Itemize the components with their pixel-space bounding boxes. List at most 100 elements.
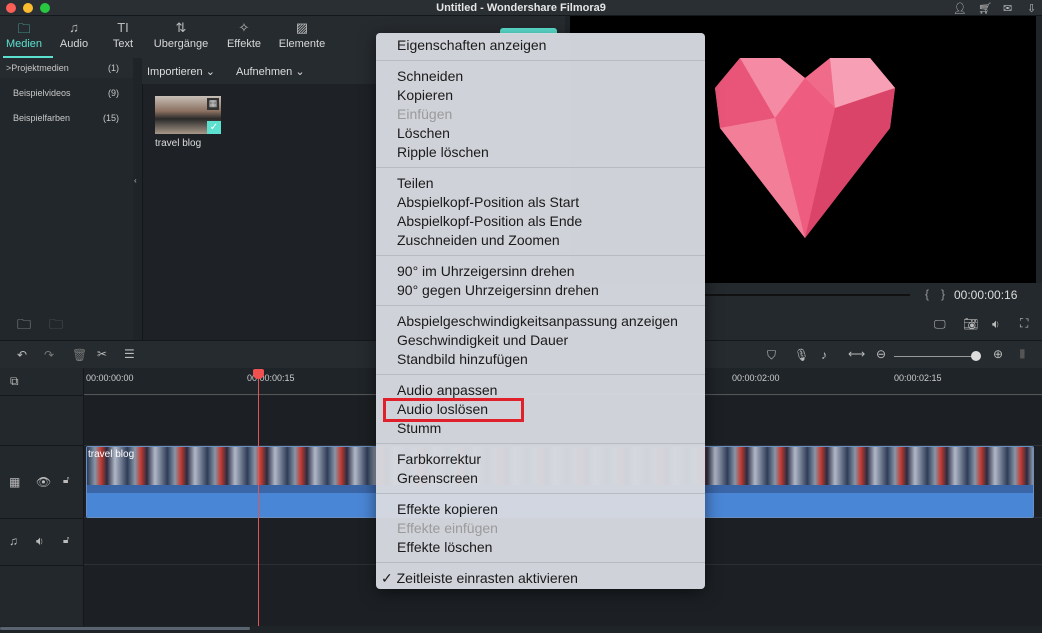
playhead-line[interactable] [258,375,259,626]
image-icon: ▨ [295,20,309,35]
library-item-projektmedien[interactable]: >Projektmedien (1) [0,58,133,78]
library-item-beispielfarben[interactable]: Beispielfarben (15) [0,108,133,128]
mark-in-button[interactable]: { [925,287,929,301]
delete-folder-icon[interactable]: 🗀 [49,314,63,338]
video-track-icon: ▦ [9,475,21,489]
media-item-name: travel blog [155,138,202,149]
add-track-icon[interactable]: ⧉ [10,374,19,389]
window-title: Untitled - Wondershare Filmora9 [436,2,606,14]
menu-item-zeitleiste-einrasten-aktivieren[interactable]: ✓ Zeitleiste einrasten aktivieren [376,569,705,588]
volume-icon[interactable]: 🔉︎ [992,317,1000,332]
delete-icon[interactable]: 🗑︎ [72,348,87,362]
tab-medien[interactable]: 🗀 Medien [4,20,44,50]
menu-item-einfügen: Einfügen [397,106,453,122]
library-item-beispielvideos[interactable]: Beispielvideos (9) [0,83,133,103]
adjust-icon[interactable]: ☰ [124,347,135,361]
menu-separator [376,557,705,569]
tab-uebergaenge[interactable]: ⇅ Ubergänge [150,20,212,50]
ruler-label: 00:00:02:15 [894,373,942,383]
microphone-icon[interactable]: 🎙︎ [794,348,809,362]
mark-out-button[interactable]: } [941,287,945,301]
menu-item-standbild-hinzufügen[interactable]: Standbild hinzufügen [376,350,705,369]
eye-icon[interactable]: 👁︎ [36,475,51,489]
user-icon[interactable]: 👤︎ [953,2,967,15]
redo-icon[interactable]: ↷ [44,348,54,362]
lock-icon[interactable]: 🔓︎ [63,475,69,486]
menu-item-90-im-uhrzeigersinn-drehen[interactable]: 90° im Uhrzeigersinn drehen [376,262,705,281]
menu-separator [376,250,705,262]
voiceover-icon[interactable]: ♪ [821,348,827,362]
new-folder-icon[interactable]: 🗀 [17,314,31,338]
preview-progress-bar[interactable] [705,294,910,296]
clip-label: travel blog [88,449,135,460]
import-button[interactable]: Importieren ⌄ [147,65,215,78]
marker-icon[interactable]: ⛉ [767,348,776,363]
menu-separator [376,438,705,450]
menu-item-ripple-löschen[interactable]: Ripple löschen [376,143,705,162]
ruler-label: 00:00:00:00 [86,373,134,383]
cut-icon[interactable]: ✂ [97,347,107,361]
audio-track-icon: ♫ [9,534,18,548]
track-headers: ⧉ ▦ 👁︎ 🔓︎ ♫ 🔉︎ 🔓︎ [0,368,84,626]
menu-item-effekte-kopieren[interactable]: Effekte kopieren [376,500,705,519]
tab-effekte[interactable]: ✧ Effekte [222,20,266,50]
menu-item-löschen[interactable]: Löschen [376,124,705,143]
tab-text[interactable]: TI Text [106,20,140,50]
fullscreen-icon[interactable]: ⛶ [1020,316,1028,331]
fit-timeline-icon[interactable]: ⟷ [848,347,865,361]
menu-separator [376,162,705,174]
menu-item-teilen[interactable]: Teilen [376,174,705,193]
zoom-slider[interactable] [894,356,980,357]
menu-item-effekte-einfügen: Effekte einfügen [397,520,498,536]
music-icon: ♫ [69,20,79,35]
tab-elemente[interactable]: ▨ Elemente [276,20,328,50]
timeline-scrollbar[interactable] [0,627,250,630]
mute-icon[interactable]: 🔉︎ [36,534,44,549]
media-thumbnail[interactable]: ▦ ✓ [155,96,221,134]
zoom-slider-handle[interactable] [971,351,981,361]
timecode-display: 00:00:00:16 [954,288,1018,302]
folder-icon: 🗀 [17,21,31,36]
heart-image [715,58,895,238]
transition-icon: ⇅ [175,20,187,35]
record-button[interactable]: Aufnehmen ⌄ [236,65,305,78]
display-settings-icon[interactable]: 🖵 [934,317,946,332]
menu-item-geschwindigkeit-und-dauer[interactable]: Geschwindigkeit und Dauer [376,331,705,350]
menu-separator [376,369,705,381]
library-panel: >Projektmedien (1) Beispielvideos (9) Beis… [0,58,137,340]
tab-audio[interactable]: ♫ Audio [56,20,92,50]
collapse-panel-icon[interactable]: ‹ [134,176,137,185]
menu-separator [376,300,705,312]
ruler-label: 00:00:02:00 [732,373,780,383]
menu-item-eigenschaften-anzeigen[interactable]: Eigenschaften anzeigen [376,36,705,55]
menu-item-kopieren[interactable]: Kopieren [376,86,705,105]
highlight-box [383,398,524,422]
title-bar: Untitled - Wondershare Filmora9 👤︎ 🛒︎ ✉ … [0,0,1042,16]
menu-item-effekte-löschen[interactable]: Effekte löschen [376,538,705,557]
menu-item-90-gegen-uhrzeigersinn-drehen[interactable]: 90° gegen Uhrzeigersinn drehen [376,281,705,300]
snapshot-icon[interactable]: 📷︎ [963,317,978,331]
menu-item-abspielkopf-position-als-start[interactable]: Abspielkopf-Position als Start [376,193,705,212]
zoom-in-icon[interactable]: ⊕ [993,347,1003,361]
download-icon[interactable]: ⇩ [1027,2,1036,15]
playhead-handle[interactable] [253,369,264,379]
video-type-icon: ▦ [207,98,219,110]
menu-item-zuschneiden-und-zoomen[interactable]: Zuschneiden und Zoomen [376,231,705,250]
effects-icon: ✧ [238,20,250,35]
mail-icon[interactable]: ✉ [1003,2,1012,15]
menu-separator [376,488,705,500]
undo-icon[interactable]: ↶ [17,348,27,362]
menu-item-abspielgeschwindigkeitsanpassung-anzeigen[interactable]: Abspielgeschwindigkeitsanpassung anzeige… [376,312,705,331]
menu-item-schneiden[interactable]: Schneiden [376,67,705,86]
zoom-out-icon[interactable]: ⊖ [876,347,886,361]
context-menu: Eigenschaften anzeigen Schneiden Kopieren E… [376,33,705,589]
menu-item-abspielkopf-position-als-ende[interactable]: Abspielkopf-Position als Ende [376,212,705,231]
menu-item-greenscreen[interactable]: Greenscreen [376,469,705,488]
menu-item-farbkorrektur[interactable]: Farbkorrektur [376,450,705,469]
audio-meter-icon: ▮ [1019,346,1026,360]
cart-icon[interactable]: 🛒︎ [978,2,992,15]
check-icon: ✓ [207,121,221,134]
menu-separator [376,55,705,67]
text-icon: TI [117,20,129,35]
audio-lock-icon[interactable]: 🔓︎ [63,535,69,546]
